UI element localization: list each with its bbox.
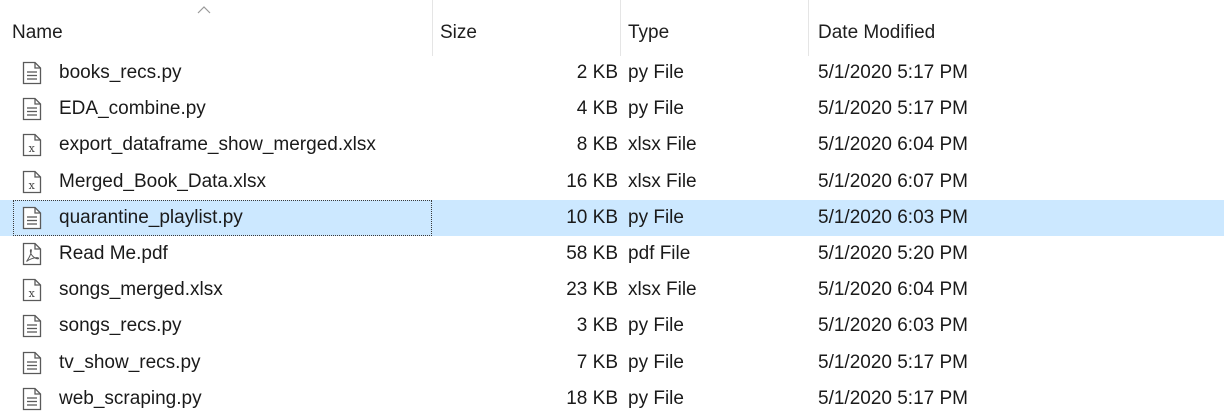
file-size: 10 KB (566, 206, 618, 228)
file-row[interactable]: EDA_combine.py 4 KB py File 5/1/2020 5:17 P… (0, 91, 1224, 127)
file-row[interactable]: quarantine_playlist.py 10 KB py File 5/1/20… (0, 199, 1224, 236)
file-size: 3 KB (576, 315, 618, 337)
svg-text:x: x (29, 142, 36, 155)
file-date-modified: 5/1/2020 5:17 PM (818, 98, 968, 120)
file-type: py File (628, 351, 684, 373)
file-row[interactable]: books_recs.py 2 KB py File 5/1/2020 5:17 PM (0, 55, 1224, 91)
file-name: export_dataframe_show_merged.xlsx (59, 134, 376, 156)
file-size: 7 KB (576, 351, 618, 373)
text-file-icon (20, 308, 44, 344)
file-date-modified: 5/1/2020 6:04 PM (818, 279, 968, 301)
file-type: py File (628, 315, 684, 337)
column-header-type[interactable]: Type (628, 0, 810, 56)
column-header-date-label: Date Modified (818, 22, 936, 43)
file-size: 4 KB (576, 98, 618, 120)
file-name: songs_merged.xlsx (59, 279, 223, 301)
text-file-icon (20, 200, 44, 236)
file-type: py File (628, 387, 684, 409)
file-size: 58 KB (566, 243, 618, 264)
file-name: songs_recs.py (59, 315, 182, 337)
column-divider[interactable] (432, 0, 433, 56)
column-header-name-label: Name (12, 22, 63, 43)
column-header-size[interactable]: Size (440, 0, 615, 56)
file-date-modified: 5/1/2020 5:17 PM (818, 387, 968, 409)
text-file-icon (20, 381, 44, 417)
file-type: py File (628, 98, 684, 120)
column-header-date-modified[interactable]: Date Modified (818, 0, 1118, 56)
column-header-size-label: Size (440, 22, 477, 43)
file-size: 8 KB (576, 134, 618, 156)
file-row[interactable]: songs_recs.py 3 KB py File 5/1/2020 6:03 PM (0, 308, 1224, 344)
file-name: EDA_combine.py (59, 98, 206, 120)
column-divider[interactable] (808, 0, 809, 56)
column-header-name[interactable]: Name (12, 0, 430, 56)
text-file-icon (20, 55, 44, 91)
column-divider[interactable] (620, 0, 621, 56)
file-date-modified: 5/1/2020 6:03 PM (818, 206, 968, 228)
file-date-modified: 5/1/2020 5:17 PM (818, 62, 968, 83)
file-date-modified: 5/1/2020 6:07 PM (818, 170, 968, 192)
file-row[interactable]: x songs_merged.xlsx 23 KB xlsx File 5/1/2020… (0, 272, 1224, 308)
excel-file-icon: x (20, 164, 44, 200)
file-date-modified: 5/1/2020 5:17 PM (818, 351, 968, 373)
text-file-icon (20, 345, 44, 381)
pdf-file-icon (20, 236, 44, 272)
column-header-type-label: Type (628, 22, 670, 43)
file-row[interactable]: x export_dataframe_show_merged.xlsx 8 KB xl… (0, 127, 1224, 163)
file-name: web_scraping.py (59, 387, 202, 409)
column-header-bar: Name Size Type Date Modified (0, 0, 1224, 56)
file-size: 16 KB (566, 170, 618, 192)
file-row[interactable]: Read Me.pdf 58 KB pdf File 5/1/2020 5:20 PM (0, 236, 1224, 272)
file-size: 23 KB (566, 279, 618, 301)
text-file-icon (20, 91, 44, 127)
file-type: py File (628, 62, 684, 83)
file-type: pdf File (628, 243, 691, 264)
file-type: xlsx File (628, 279, 697, 301)
file-date-modified: 5/1/2020 6:04 PM (818, 134, 968, 156)
file-list: Name Size Type Date Modified books_recs.… (0, 0, 1224, 413)
svg-text:x: x (29, 179, 36, 192)
file-name: Merged_Book_Data.xlsx (59, 170, 266, 192)
file-row[interactable]: x Merged_Book_Data.xlsx 16 KB xlsx File 5/1/… (0, 164, 1224, 200)
file-row[interactable]: web_scraping.py 18 KB py File 5/1/2020 5:17… (0, 381, 1224, 417)
file-date-modified: 5/1/2020 6:03 PM (818, 315, 968, 337)
file-name: books_recs.py (59, 62, 182, 83)
file-size: 2 KB (576, 62, 618, 83)
file-size: 18 KB (566, 387, 618, 409)
excel-file-icon: x (20, 272, 44, 308)
file-row[interactable]: tv_show_recs.py 7 KB py File 5/1/2020 5:17 … (0, 345, 1224, 381)
svg-text:x: x (29, 287, 36, 300)
excel-file-icon: x (20, 127, 44, 163)
file-type: xlsx File (628, 134, 697, 156)
file-name: quarantine_playlist.py (59, 206, 243, 228)
file-type: py File (628, 206, 684, 228)
file-name: Read Me.pdf (59, 243, 168, 264)
file-type: xlsx File (628, 170, 697, 192)
file-date-modified: 5/1/2020 5:20 PM (818, 243, 968, 264)
file-name: tv_show_recs.py (59, 351, 201, 373)
